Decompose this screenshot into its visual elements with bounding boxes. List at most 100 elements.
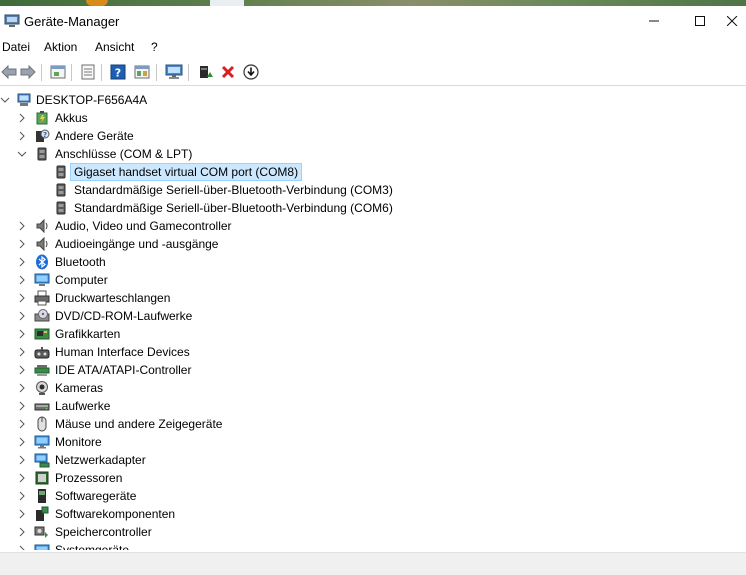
speaker-icon [36, 236, 48, 252]
tree-device[interactable]: Gigaset handset virtual COM port (COM8) [0, 163, 746, 181]
tree-category[interactable]: Grafikkarten [0, 325, 746, 343]
help-button[interactable]: ? [109, 63, 127, 81]
chevron-right-icon[interactable] [17, 527, 27, 537]
tree-category[interactable]: Computer [0, 271, 746, 289]
chevron-right-icon[interactable] [17, 455, 27, 465]
menu-help[interactable]: ? [151, 40, 158, 54]
view-icon [134, 65, 150, 79]
speaker-icon [34, 236, 50, 252]
chevron-down-icon[interactable] [17, 149, 27, 159]
update-driver-icon [200, 66, 213, 78]
chevron-right-icon[interactable] [17, 239, 27, 249]
show-hidden-icon [81, 64, 95, 80]
properties-icon [50, 65, 66, 79]
back-button[interactable] [0, 63, 18, 81]
download-button[interactable] [242, 63, 260, 81]
menu-aktion[interactable]: Aktion [44, 40, 77, 54]
menu-ansicht[interactable]: Ansicht [95, 40, 134, 54]
tree-item-label: Monitore [55, 435, 102, 449]
status-bar [0, 569, 746, 575]
minimize-button[interactable] [631, 6, 677, 36]
tree-category[interactable]: IDE ATA/ATAPI-Controller [0, 361, 746, 379]
tree-category[interactable]: Druckwarteschlangen [0, 289, 746, 307]
port-icon [56, 183, 66, 197]
tree-item-label: Akkus [55, 111, 88, 125]
menu-datei[interactable]: Datei [2, 40, 30, 54]
tree-device[interactable]: Standardmäßige Seriell-über-Bluetooth-Ve… [0, 181, 746, 199]
tree-category[interactable]: Kameras [0, 379, 746, 397]
close-button[interactable] [723, 6, 746, 36]
maximize-icon [695, 16, 705, 26]
tree-category[interactable]: Speichercontroller [0, 523, 746, 541]
tree-category[interactable]: Systemgeräte [0, 541, 746, 550]
chevron-right-icon[interactable] [17, 311, 27, 321]
tree-category[interactable]: Laufwerke [0, 397, 746, 415]
tree-root[interactable]: DESKTOP-F656A4A [0, 91, 746, 109]
tree-item-label: Druckwarteschlangen [55, 291, 171, 305]
ide-controller-icon [34, 362, 50, 378]
chevron-right-icon[interactable] [17, 293, 27, 303]
chevron-right-icon[interactable] [17, 131, 27, 141]
chevron-right-icon[interactable] [17, 365, 27, 375]
tree-category[interactable]: Prozessoren [0, 469, 746, 487]
forward-button[interactable] [19, 63, 37, 81]
tree-item-label: Grafikkarten [55, 327, 121, 341]
chevron-right-icon[interactable] [17, 545, 27, 550]
view-button[interactable] [133, 63, 151, 81]
computer-icon [34, 272, 50, 288]
processor-icon [35, 471, 49, 485]
scan-hardware-button[interactable] [165, 63, 183, 81]
camera-icon [34, 380, 50, 396]
tree-item-label: Andere Geräte [55, 129, 134, 143]
tree-category[interactable]: Human Interface Devices [0, 343, 746, 361]
horizontal-scrollbar[interactable] [0, 552, 746, 569]
chevron-right-icon[interactable] [17, 437, 27, 447]
tree-category[interactable]: Anschlüsse (COM & LPT) [0, 145, 746, 163]
properties-button[interactable] [49, 63, 67, 81]
chevron-right-icon[interactable] [17, 401, 27, 411]
disc-drive-icon [34, 309, 50, 322]
port-icon [53, 200, 69, 216]
chevron-right-icon[interactable] [17, 419, 27, 429]
chevron-right-icon[interactable] [17, 275, 27, 285]
tree-category[interactable]: Netzwerkadapter [0, 451, 746, 469]
svg-text:?: ? [43, 131, 47, 139]
computer-icon [34, 273, 50, 286]
chevron-right-icon[interactable] [17, 113, 27, 123]
mouse-icon [37, 416, 47, 432]
computer-root-icon [17, 93, 31, 106]
tree-category[interactable]: Monitore [0, 433, 746, 451]
chevron-right-icon[interactable] [17, 383, 27, 393]
uninstall-icon [221, 65, 235, 79]
chevron-right-icon[interactable] [17, 509, 27, 519]
tree-item-label: Audioeingänge und -ausgänge [55, 237, 219, 251]
tree-category[interactable]: Softwaregeräte [0, 487, 746, 505]
chevron-right-icon[interactable] [17, 221, 27, 231]
maximize-button[interactable] [677, 6, 723, 36]
device-tree[interactable]: DESKTOP-F656A4A Akkus? Andere Geräte Anschl… [0, 90, 746, 550]
uninstall-button[interactable] [219, 63, 237, 81]
tree-category[interactable]: Softwarekomponenten [0, 505, 746, 523]
chevron-right-icon[interactable] [17, 347, 27, 357]
tree-category[interactable]: Audioeingänge und -ausgänge [0, 235, 746, 253]
tree-category[interactable]: DVD/CD-ROM-Laufwerke [0, 307, 746, 325]
chevron-right-icon[interactable] [17, 257, 27, 267]
unknown-device-icon: ? [36, 129, 50, 142]
tree-category[interactable]: ? Andere Geräte [0, 127, 746, 145]
update-driver-button[interactable] [197, 63, 215, 81]
chevron-down-icon[interactable] [0, 95, 10, 105]
tree-category[interactable]: Audio, Video und Gamecontroller [0, 217, 746, 235]
chevron-right-icon[interactable] [17, 473, 27, 483]
chevron-right-icon[interactable] [17, 329, 27, 339]
tree-item-label: DVD/CD-ROM-Laufwerke [55, 309, 193, 323]
tree-item-label: Standardmäßige Seriell-über-Bluetooth-Ve… [74, 183, 393, 197]
tree-device[interactable]: Standardmäßige Seriell-über-Bluetooth-Ve… [0, 199, 746, 217]
menu-bar: Datei Aktion Ansicht ? [0, 37, 746, 58]
tree-category[interactable]: Bluetooth [0, 253, 746, 271]
tree-category[interactable]: Akkus [0, 109, 746, 127]
chevron-right-icon[interactable] [17, 491, 27, 501]
tree-item-label: Human Interface Devices [55, 345, 190, 359]
show-hidden-button[interactable] [79, 63, 97, 81]
port-icon [56, 165, 66, 179]
tree-category[interactable]: Mäuse und andere Zeigegeräte [0, 415, 746, 433]
